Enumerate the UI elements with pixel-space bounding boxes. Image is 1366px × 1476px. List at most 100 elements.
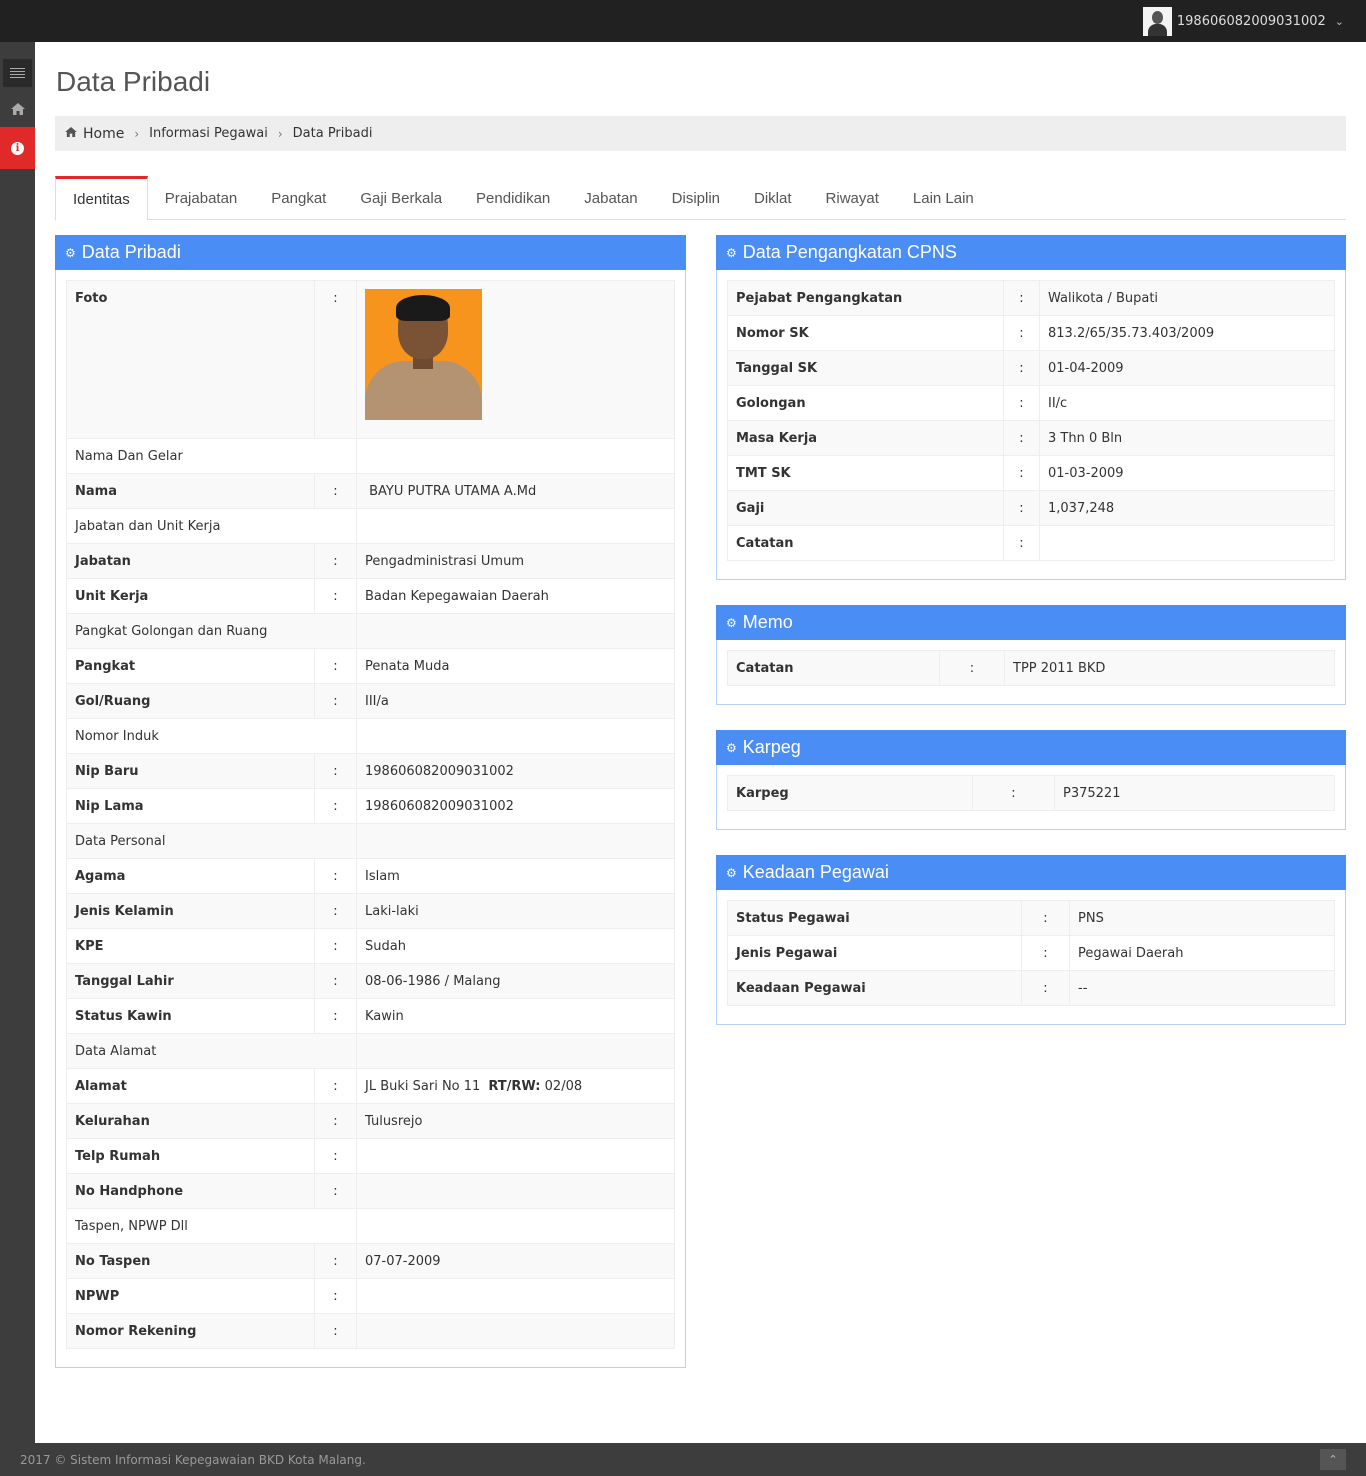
gears-icon: ⚙ (726, 740, 737, 755)
colon: : (314, 928, 357, 964)
table-row: KPE: Sudah (66, 928, 675, 964)
top-navbar: 198606082009031002 ⌄ (0, 0, 1366, 42)
value-text: BAYU PUTRA UTAMA A.Md (365, 483, 537, 499)
section-value (356, 1208, 675, 1244)
section-label: Taspen, NPWP Dll (66, 1208, 357, 1244)
section-value (356, 438, 675, 474)
value-text: Tulusrejo (365, 1113, 423, 1129)
info-icon[interactable]: i (0, 127, 35, 169)
field-label: Unit Kerja (66, 578, 315, 614)
table-row: Gol/Ruang: III/a (66, 683, 675, 719)
colon: : (314, 1068, 357, 1104)
section-row: Data Alamat (66, 1033, 675, 1069)
field-value: Laki-laki (356, 893, 675, 929)
panel-header: ⚙ Data Pengangkatan CPNS (716, 235, 1346, 270)
table-row: Alamat: JL Buki Sari No 11 RT/RW: 02/08 (66, 1068, 675, 1104)
section-row: Jabatan dan Unit Kerja (66, 508, 675, 544)
value-text: 198606082009031002 (365, 798, 514, 814)
table-row: Nomor Rekening: (66, 1313, 675, 1349)
field-value: 01-04-2009 (1039, 350, 1335, 386)
table-row: Agama: Islam (66, 858, 675, 894)
colon: : (1021, 935, 1070, 971)
breadcrumb: Home › Informasi Pegawai › Data Pribadi (55, 116, 1346, 151)
panel-header: ⚙ Keadaan Pegawai (716, 855, 1346, 890)
menu-toggle-icon[interactable] (3, 59, 32, 87)
field-label: Tanggal SK (727, 350, 1004, 386)
field-value: 198606082009031002 (356, 753, 675, 789)
value-text: III/a (365, 693, 389, 709)
colon: : (1003, 525, 1040, 561)
table-row: NPWP: (66, 1278, 675, 1314)
colon: : (314, 1173, 357, 1209)
field-value: PNS (1069, 900, 1335, 936)
scroll-to-top-button[interactable]: ⌃ (1320, 1449, 1346, 1470)
user-menu[interactable]: 198606082009031002 ⌄ (1142, 6, 1344, 36)
field-label: Nomor SK (727, 315, 1004, 351)
tab-lain-lain[interactable]: Lain Lain (896, 176, 991, 220)
table-row: Keadaan Pegawai: -- (727, 970, 1335, 1006)
table-row: Kelurahan: Tulusrejo (66, 1103, 675, 1139)
gears-icon: ⚙ (726, 865, 737, 880)
field-value: Tulusrejo (356, 1103, 675, 1139)
field-value: 813.2/65/35.73.403/2009 (1039, 315, 1335, 351)
username-label: 198606082009031002 (1176, 13, 1326, 29)
section-label: Data Personal (66, 823, 357, 859)
rt-rw-label: RT/RW: (488, 1078, 541, 1094)
value-text: Pengadministrasi Umum (365, 553, 524, 569)
tab-gaji-berkala[interactable]: Gaji Berkala (343, 176, 459, 220)
tab-diklat[interactable]: Diklat (737, 176, 809, 220)
table-row: Pejabat Pengangkatan: Walikota / Bupati (727, 280, 1335, 316)
tab-bar: Identitas Prajabatan Pangkat Gaji Berkal… (55, 176, 1346, 221)
field-value (356, 1138, 675, 1174)
chevron-right-icon: › (277, 126, 283, 141)
section-label: Pangkat Golongan dan Ruang (66, 613, 357, 649)
colon: : (314, 543, 357, 579)
field-value: II/c (1039, 385, 1335, 421)
breadcrumb-home-link[interactable]: Home (83, 126, 124, 142)
panel-title: Data Pengangkatan CPNS (742, 242, 957, 262)
gears-icon: ⚙ (726, 615, 737, 630)
tab-disiplin[interactable]: Disiplin (655, 176, 737, 220)
colon: : (314, 963, 357, 999)
tab-riwayat[interactable]: Riwayat (809, 176, 896, 220)
employee-photo (365, 289, 482, 420)
tab-prajabatan[interactable]: Prajabatan (148, 176, 255, 220)
colon: : (1003, 385, 1040, 421)
chevron-up-icon: ⌃ (1328, 1453, 1338, 1466)
tab-pangkat[interactable]: Pangkat (254, 176, 343, 220)
table-row: Jabatan: Pengadministrasi Umum (66, 543, 675, 579)
field-label: Nomor Rekening (66, 1313, 315, 1349)
field-value: BAYU PUTRA UTAMA A.Md (356, 473, 675, 509)
section-value (356, 613, 675, 649)
field-label: Keadaan Pegawai (727, 970, 1022, 1006)
field-label: Agama (66, 858, 315, 894)
colon: : (314, 788, 357, 824)
section-value (356, 718, 675, 754)
field-value: 08-06-1986 / Malang (356, 963, 675, 999)
tab-pendidikan[interactable]: Pendidikan (459, 176, 567, 220)
field-label: Masa Kerja (727, 420, 1004, 456)
field-label: KPE (66, 928, 315, 964)
breadcrumb-informasi-pegawai-link[interactable]: Informasi Pegawai (149, 126, 268, 141)
table-row: Jenis Pegawai: Pegawai Daerah (727, 935, 1335, 971)
breadcrumb-current: Data Pribadi (292, 126, 373, 141)
colon: : (1003, 315, 1040, 351)
table-row: Nama: BAYU PUTRA UTAMA A.Md (66, 473, 675, 509)
colon: : (314, 1103, 357, 1139)
colon: : (1021, 900, 1070, 936)
field-label: Nip Baru (66, 753, 315, 789)
colon: : (314, 858, 357, 894)
table-row: Nip Baru:198606082009031002 (66, 753, 675, 789)
table-row: Tanggal SK:01-04-2009 (727, 350, 1335, 386)
colon: : (939, 650, 1005, 686)
field-label: Status Pegawai (727, 900, 1022, 936)
colon: : (314, 648, 357, 684)
tab-jabatan[interactable]: Jabatan (567, 176, 654, 220)
colon: : (314, 1313, 357, 1349)
field-value: Walikota / Bupati (1039, 280, 1335, 316)
tab-identitas[interactable]: Identitas (55, 176, 148, 221)
table-row: Telp Rumah: (66, 1138, 675, 1174)
colon: : (1003, 350, 1040, 386)
table-row: No Handphone: (66, 1173, 675, 1209)
home-icon[interactable] (0, 94, 35, 124)
